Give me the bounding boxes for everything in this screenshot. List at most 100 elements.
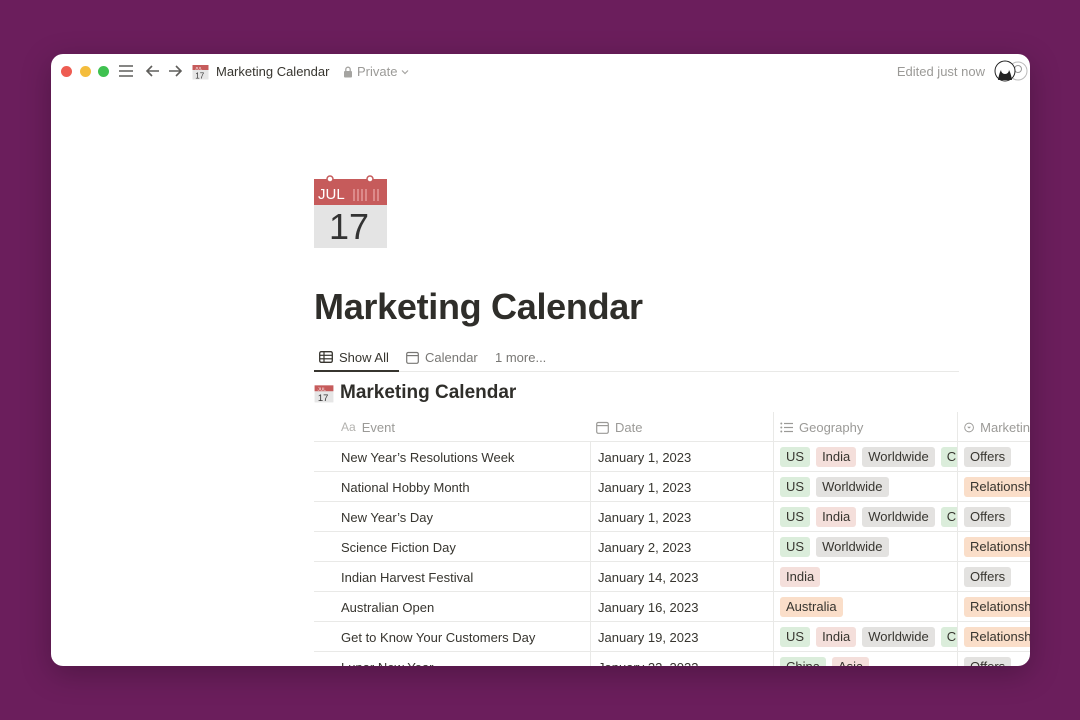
geography-tag: Worldwide xyxy=(862,507,935,527)
active-tab-indicator xyxy=(314,370,399,372)
title-bar: JUL 17 Marketing Calendar Private Edited… xyxy=(51,54,1030,88)
sidebar-menu-icon[interactable] xyxy=(118,62,134,80)
date-cell[interactable]: January 2, 2023 xyxy=(598,532,778,562)
database-title-text: Marketing Calendar xyxy=(340,382,517,403)
geography-tag: Worldwide xyxy=(816,537,889,557)
table-header: Aa Event Date Geography Marketin xyxy=(314,412,1030,442)
marketing-cell[interactable]: Relationship xyxy=(964,592,1030,622)
marketing-cell[interactable]: Offers xyxy=(964,562,1030,592)
table-row[interactable]: National Hobby Month January 1, 2023 US Wor… xyxy=(314,472,1030,502)
table-row[interactable]: Indian Harvest Festival January 14, 2023 I… xyxy=(314,562,1030,592)
geography-cell[interactable]: US Worldwide xyxy=(780,532,958,562)
column-divider xyxy=(957,412,958,666)
geography-tag: India xyxy=(816,507,857,527)
geography-tag: India xyxy=(780,567,821,587)
calendar-emoji-icon: JUL 17 xyxy=(314,385,334,403)
tab-show-all[interactable]: Show All xyxy=(319,347,389,367)
event-cell[interactable]: Get to Know Your Customers Day xyxy=(341,622,591,652)
column-header-event[interactable]: Aa Event xyxy=(341,412,591,442)
geography-cell[interactable]: USIndiaWorldwideCh xyxy=(780,502,958,532)
geography-tag: US xyxy=(780,537,811,557)
geography-tag: China xyxy=(780,657,826,666)
event-cell[interactable]: National Hobby Month xyxy=(341,472,591,502)
column-header-label: Event xyxy=(361,419,395,435)
database-title[interactable]: JUL 17 Marketing Calendar xyxy=(314,382,516,404)
table-row[interactable]: New Year’s Resolutions Week January 1, 20… xyxy=(314,442,1030,472)
app-window: JUL 17 Marketing Calendar Private Edited… xyxy=(51,54,1030,666)
column-divider xyxy=(773,412,774,666)
geography-cell[interactable]: China Asia xyxy=(780,652,958,666)
marketing-cell[interactable]: Offers xyxy=(964,502,1030,532)
tab-label: Show All xyxy=(339,349,389,365)
marketing-tag: Relationship xyxy=(964,627,1030,647)
date-cell[interactable]: January 1, 2023 xyxy=(598,472,778,502)
date-cell[interactable]: January 1, 2023 xyxy=(598,502,778,532)
calendar-emoji-icon: JUL 17 xyxy=(192,65,209,80)
column-header-label: Geography xyxy=(799,419,864,435)
date-cell[interactable]: January 19, 2023 xyxy=(598,622,778,652)
geography-tag: India xyxy=(816,447,857,467)
marketing-tag: Relationship xyxy=(964,597,1030,617)
lock-icon xyxy=(344,66,352,77)
event-cell[interactable]: New Year’s Resolutions Week xyxy=(341,442,591,472)
table-row[interactable]: Australian Open January 16, 2023 Australia… xyxy=(314,592,1030,622)
event-cell[interactable]: Science Fiction Day xyxy=(341,532,591,562)
page-calendar-icon[interactable]: JUL 17 xyxy=(314,175,387,248)
view-tabs: Show All Calendar 1 more... xyxy=(314,342,959,372)
calendar-icon xyxy=(406,351,419,364)
svg-text:JUL: JUL xyxy=(318,186,345,203)
forward-arrow-icon[interactable] xyxy=(167,62,183,80)
list-property-icon xyxy=(780,422,793,432)
database-table: Aa Event Date Geography Marketin New Yea… xyxy=(314,412,1030,666)
geography-tag: Worldwide xyxy=(816,477,889,497)
page-title[interactable]: Marketing Calendar xyxy=(314,286,643,328)
table-row[interactable]: Science Fiction Day January 2, 2023 US Worl… xyxy=(314,532,1030,562)
privacy-selector[interactable]: Private xyxy=(343,64,409,79)
geography-cell[interactable]: USIndiaWorldwideCh xyxy=(780,442,958,472)
date-cell[interactable]: January 16, 2023 xyxy=(598,592,778,622)
marketing-cell[interactable]: Relationship xyxy=(964,532,1030,562)
geography-tag: Australia xyxy=(780,597,843,617)
column-header-marketing[interactable]: Marketin xyxy=(964,412,1030,442)
back-arrow-icon[interactable] xyxy=(145,62,161,80)
date-cell[interactable]: January 22, 2023 xyxy=(598,652,778,667)
geography-cell[interactable]: India xyxy=(780,562,958,592)
geography-tag: Worldwide xyxy=(862,627,935,647)
edited-status: Edited just now xyxy=(896,64,985,79)
event-cell[interactable]: Australian Open xyxy=(341,592,591,622)
geography-tag: Ch xyxy=(940,507,958,527)
event-cell[interactable]: Indian Harvest Festival xyxy=(341,562,591,592)
event-cell[interactable]: Lunar New Year xyxy=(341,652,591,667)
marketing-cell[interactable]: Relationship xyxy=(964,472,1030,502)
event-cell[interactable]: New Year’s Day xyxy=(341,502,591,532)
geography-cell[interactable]: US Worldwide xyxy=(780,472,958,502)
tab-more-views[interactable]: 1 more... xyxy=(495,347,546,367)
table-row[interactable]: New Year’s Day January 1, 2023 US India Worl… xyxy=(314,502,1030,532)
marketing-cell[interactable]: Relationship xyxy=(964,622,1030,652)
minimize-window-button[interactable] xyxy=(80,66,91,77)
geography-tag: Ch xyxy=(940,447,958,467)
tab-label: 1 more... xyxy=(495,349,547,365)
privacy-label: Private xyxy=(357,64,398,79)
geography-cell[interactable]: Australia xyxy=(780,592,958,622)
marketing-tag: Offers xyxy=(964,447,1012,467)
maximize-window-button[interactable] xyxy=(98,66,109,77)
close-window-button[interactable] xyxy=(61,66,72,77)
date-cell[interactable]: January 14, 2023 xyxy=(598,562,778,592)
marketing-cell[interactable]: Offers xyxy=(964,442,1030,472)
column-header-geography[interactable]: Geography xyxy=(780,412,960,442)
table-row[interactable]: Lunar New Year January 22, 2023China Asia O… xyxy=(314,652,1030,666)
geography-cell[interactable]: USIndiaWorldwideCh xyxy=(780,622,958,652)
column-header-date[interactable]: Date xyxy=(596,412,776,442)
date-cell[interactable]: January 1, 2023 xyxy=(598,442,778,472)
breadcrumb-page-title[interactable]: Marketing Calendar xyxy=(216,64,329,79)
tab-calendar[interactable]: Calendar xyxy=(406,347,478,367)
marketing-tag: Relationship xyxy=(964,477,1030,497)
marketing-cell[interactable]: Offers xyxy=(964,652,1030,666)
svg-text:17: 17 xyxy=(318,392,328,403)
table-row[interactable]: Get to Know Your Customers Day January 19… xyxy=(314,622,1030,652)
chevron-down-icon xyxy=(402,69,409,74)
svg-text:17: 17 xyxy=(195,71,204,80)
avatar[interactable] xyxy=(992,59,1028,83)
column-header-label: Marketin xyxy=(980,419,1030,435)
